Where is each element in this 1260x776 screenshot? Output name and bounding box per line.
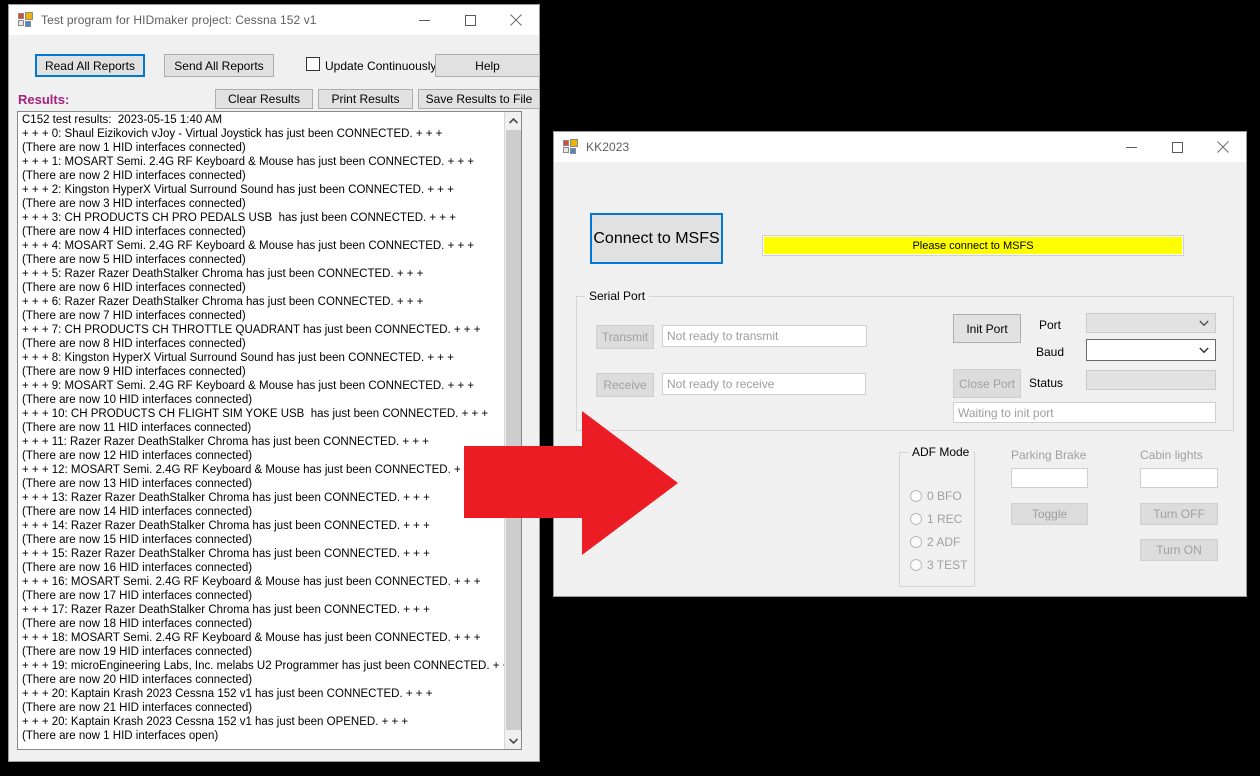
parking-brake-toggle-button[interactable]: Toggle bbox=[1011, 503, 1088, 525]
connect-to-msfs-button[interactable]: Connect to MSFS bbox=[590, 213, 723, 264]
read-all-reports-button[interactable]: Read All Reports bbox=[35, 54, 145, 77]
init-port-button[interactable]: Init Port bbox=[953, 314, 1021, 343]
window2-titlebar-buttons bbox=[1108, 132, 1246, 162]
adf-mode-radio-0-label: 0 BFO bbox=[927, 489, 962, 503]
results-textarea[interactable]: C152 test results: 2023-05-15 1:40 AM + … bbox=[17, 111, 522, 750]
update-continuously-checkbox[interactable] bbox=[306, 57, 320, 71]
update-continuously-label: Update Continuously bbox=[325, 59, 437, 73]
adf-mode-radio-1[interactable]: 1 REC bbox=[910, 512, 962, 526]
window2-titlebar[interactable]: KK2023 bbox=[554, 132, 1246, 162]
adf-mode-radio-3[interactable]: 3 TEST bbox=[910, 558, 967, 572]
msfs-status-text: Please connect to MSFS bbox=[764, 237, 1182, 254]
screenshot-canvas: Test program for HIDmaker project: Cessn… bbox=[0, 0, 1260, 776]
print-results-button[interactable]: Print Results bbox=[318, 89, 413, 109]
serial-status-label: Status bbox=[1029, 376, 1064, 390]
window1-body: Read All Reports Send All Reports Update… bbox=[9, 35, 540, 761]
adf-mode-radio-2[interactable]: 2 ADF bbox=[910, 535, 960, 549]
receive-button[interactable]: Receive bbox=[596, 373, 654, 397]
serial-status-field bbox=[1086, 370, 1216, 390]
scroll-down-icon[interactable] bbox=[505, 732, 521, 749]
red-right-arrow-annotation bbox=[464, 408, 678, 558]
app-window-icon bbox=[18, 12, 34, 28]
adf-mode-group-title: ADF Mode bbox=[908, 445, 974, 459]
close-port-button[interactable]: Close Port bbox=[953, 369, 1021, 398]
scroll-up-icon[interactable] bbox=[505, 112, 521, 129]
port-message-field: Waiting to init port bbox=[953, 402, 1216, 423]
adf-mode-radio-2-label: 2 ADF bbox=[927, 535, 961, 549]
save-results-to-file-button[interactable]: Save Results to File bbox=[418, 89, 540, 109]
adf-mode-radio-1-label: 1 REC bbox=[927, 512, 963, 526]
clear-results-button[interactable]: Clear Results bbox=[215, 89, 313, 109]
minimize-icon[interactable] bbox=[401, 5, 447, 35]
radio-icon bbox=[910, 559, 922, 571]
send-all-reports-button[interactable]: Send All Reports bbox=[164, 54, 274, 77]
window2-title: KK2023 bbox=[586, 140, 630, 154]
receive-status-field[interactable]: Not ready to receive bbox=[662, 373, 866, 395]
maximize-icon[interactable] bbox=[1154, 132, 1200, 162]
transmit-status-field[interactable]: Not ready to transmit bbox=[662, 325, 867, 347]
results-text: C152 test results: 2023-05-15 1:40 AM + … bbox=[22, 114, 519, 742]
radio-icon bbox=[910, 513, 922, 525]
window1-titlebar[interactable]: Test program for HIDmaker project: Cessn… bbox=[9, 5, 539, 35]
radio-icon bbox=[910, 490, 922, 502]
msfs-status-banner: Please connect to MSFS bbox=[762, 235, 1184, 256]
adf-mode-group: ADF Mode 0 BFO 1 REC 2 ADF 3 TEST bbox=[899, 445, 975, 587]
cabin-lights-turn-on-button[interactable]: Turn ON bbox=[1140, 539, 1218, 561]
transmit-button[interactable]: Transmit bbox=[596, 325, 654, 349]
window1-title: Test program for HIDmaker project: Cessn… bbox=[41, 13, 317, 27]
adf-mode-radio-0[interactable]: 0 BFO bbox=[910, 489, 962, 503]
adf-mode-radio-3-label: 3 TEST bbox=[927, 558, 968, 572]
baud-label: Baud bbox=[1036, 345, 1065, 359]
parking-brake-label: Parking Brake bbox=[1011, 448, 1087, 462]
window1-titlebar-buttons bbox=[401, 5, 539, 35]
help-button[interactable]: Help bbox=[435, 54, 540, 77]
cabin-lights-turn-off-button[interactable]: Turn OFF bbox=[1140, 503, 1218, 525]
port-combobox[interactable] bbox=[1086, 313, 1216, 333]
radio-icon bbox=[910, 536, 922, 548]
hidmaker-test-window: Test program for HIDmaker project: Cessn… bbox=[8, 4, 540, 762]
port-label: Port bbox=[1039, 318, 1062, 332]
close-icon[interactable] bbox=[493, 5, 539, 35]
cabin-lights-field bbox=[1140, 468, 1218, 488]
parking-brake-field bbox=[1011, 468, 1088, 488]
cabin-lights-label: Cabin lights bbox=[1140, 448, 1203, 462]
close-icon[interactable] bbox=[1200, 132, 1246, 162]
baud-combobox[interactable] bbox=[1086, 339, 1216, 361]
serial-port-group-title: Serial Port bbox=[585, 289, 650, 303]
app-window-icon bbox=[563, 139, 579, 155]
results-label: Results: bbox=[18, 92, 70, 107]
minimize-icon[interactable] bbox=[1108, 132, 1154, 162]
maximize-icon[interactable] bbox=[447, 5, 493, 35]
